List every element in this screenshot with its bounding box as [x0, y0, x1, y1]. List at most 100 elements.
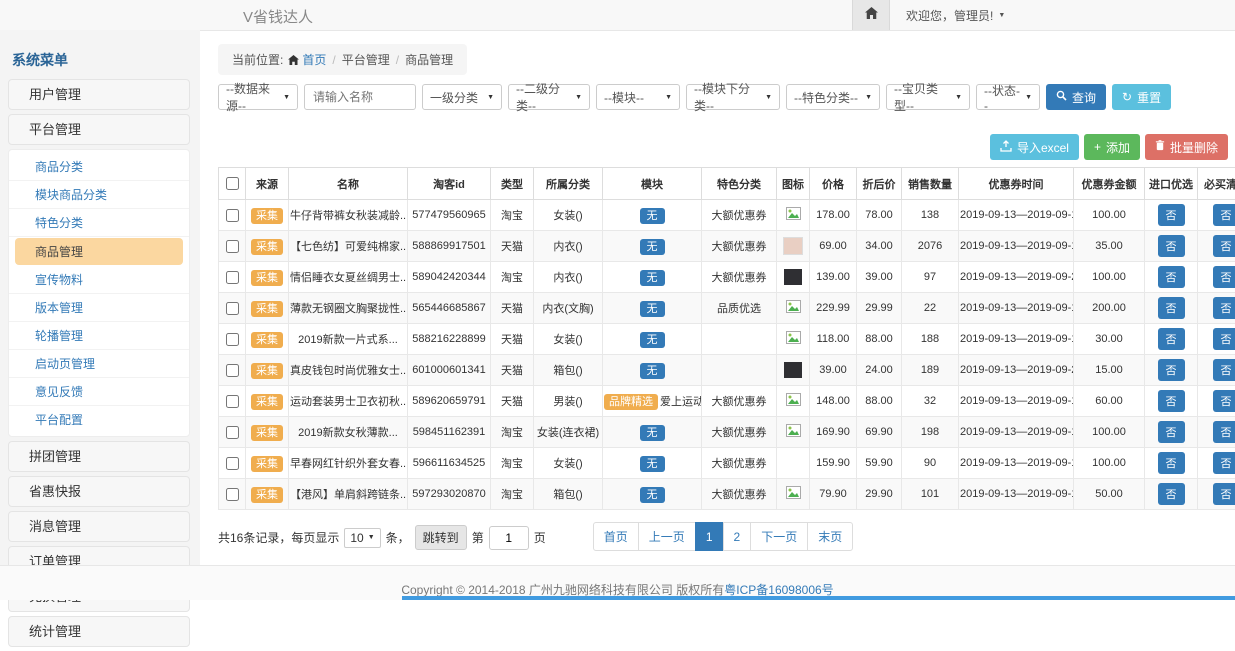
- must-buy-toggle[interactable]: 否: [1213, 297, 1235, 319]
- coupon-time: 2019-09-13—2019-09-17: [959, 448, 1074, 479]
- row-checkbox[interactable]: [226, 302, 239, 315]
- sidebar-group-1[interactable]: 平台管理: [8, 114, 190, 145]
- sidebar-group-3[interactable]: 省惠快报: [8, 476, 190, 507]
- sidebar-group-4[interactable]: 消息管理: [8, 511, 190, 542]
- select-all-checkbox[interactable]: [226, 177, 239, 190]
- import-optional-toggle[interactable]: 否: [1158, 266, 1185, 288]
- product-type: 天猫: [491, 293, 534, 324]
- must-buy-toggle[interactable]: 否: [1213, 328, 1235, 350]
- import-optional-toggle[interactable]: 否: [1158, 328, 1185, 350]
- import-optional-cell: 否: [1145, 386, 1198, 417]
- app-title: V省钱达人: [243, 6, 313, 27]
- module-cell: 无: [603, 355, 702, 386]
- icon-cell: [777, 231, 810, 262]
- import-optional-toggle[interactable]: 否: [1158, 390, 1185, 412]
- row-checkbox[interactable]: [226, 395, 239, 408]
- must-buy-toggle[interactable]: 否: [1213, 359, 1235, 381]
- add-button[interactable]: + 添加: [1084, 134, 1140, 160]
- sidebar-item[interactable]: 商品管理: [15, 238, 183, 265]
- row-checkbox[interactable]: [226, 240, 239, 253]
- import-optional-toggle[interactable]: 否: [1158, 297, 1185, 319]
- filter-feature-category[interactable]: --特色分类--▼: [786, 84, 880, 110]
- first-page-button[interactable]: 首页: [593, 522, 639, 551]
- import-optional-cell: 否: [1145, 293, 1198, 324]
- row-checkbox[interactable]: [226, 364, 239, 377]
- next-page-button[interactable]: 下一页: [750, 522, 808, 551]
- page-button[interactable]: 1: [695, 522, 724, 551]
- sidebar-item[interactable]: 模块商品分类: [9, 181, 189, 209]
- prev-page-button[interactable]: 上一页: [638, 522, 696, 551]
- filter-level1-category[interactable]: 一级分类▼: [422, 84, 502, 110]
- coupon-time: 2019-09-13—2019-09-18: [959, 479, 1074, 510]
- per-page-select[interactable]: 10▼: [344, 528, 380, 548]
- sidebar-item[interactable]: 特色分类: [9, 209, 189, 237]
- table-row: 采集牛仔背带裤女秋装减龄...577479560965淘宝女装()无大额优惠券1…: [219, 200, 1235, 231]
- name-search-input[interactable]: [304, 84, 416, 110]
- sidebar-group-2[interactable]: 拼团管理: [8, 441, 190, 472]
- sidebar-item[interactable]: 版本管理: [9, 294, 189, 322]
- batch-delete-button[interactable]: 批量删除: [1145, 134, 1228, 160]
- reset-button[interactable]: ↻重置: [1112, 84, 1171, 110]
- row-checkbox-cell: [219, 293, 246, 324]
- column-header: 必买清单: [1198, 168, 1235, 200]
- discount-price: 88.00: [857, 386, 902, 417]
- must-buy-toggle[interactable]: 否: [1213, 452, 1235, 474]
- row-checkbox[interactable]: [226, 271, 239, 284]
- sales-count: 97: [902, 262, 959, 293]
- page-button[interactable]: 2: [723, 522, 752, 551]
- breadcrumb-home-link[interactable]: 首页: [302, 53, 326, 67]
- sidebar-item[interactable]: 轮播管理: [9, 322, 189, 350]
- price: 79.90: [810, 479, 857, 510]
- filter-module-subcategory[interactable]: --模块下分类--▼: [686, 84, 780, 110]
- filter-level2-category[interactable]: --二级分类--▼: [508, 84, 590, 110]
- select-value: --特色分类--: [794, 89, 858, 106]
- sidebar-item[interactable]: 宣传物料: [9, 266, 189, 294]
- icp-link[interactable]: 粤ICP备16098006号: [724, 583, 833, 597]
- last-page-button[interactable]: 末页: [807, 522, 853, 551]
- price: 169.90: [810, 417, 857, 448]
- filter-data-source[interactable]: --数据来源--▼: [218, 84, 298, 110]
- taoke-id: 577479560965: [408, 200, 491, 231]
- import-excel-button[interactable]: 导入excel: [990, 134, 1079, 160]
- jump-button[interactable]: 跳转到: [415, 525, 467, 550]
- sidebar-item[interactable]: 平台配置: [9, 406, 189, 433]
- toolbar: 导入excel + 添加 批量删除: [218, 134, 1228, 160]
- row-checkbox[interactable]: [226, 333, 239, 346]
- coupon-time: 2019-09-13—2019-09-20: [959, 262, 1074, 293]
- row-checkbox[interactable]: [226, 209, 239, 222]
- product-name: 情侣睡衣女夏丝绸男士...: [289, 262, 408, 293]
- must-buy-toggle[interactable]: 否: [1213, 421, 1235, 443]
- page-number-input[interactable]: [489, 526, 529, 550]
- price: 178.00: [810, 200, 857, 231]
- table-row: 采集情侣睡衣女夏丝绸男士...589042420344淘宝内衣()无大额优惠券1…: [219, 262, 1235, 293]
- import-optional-toggle[interactable]: 否: [1158, 483, 1185, 505]
- import-optional-toggle[interactable]: 否: [1158, 359, 1185, 381]
- import-optional-toggle[interactable]: 否: [1158, 452, 1185, 474]
- module-cell: 无: [603, 200, 702, 231]
- must-buy-toggle[interactable]: 否: [1213, 204, 1235, 226]
- filter-module[interactable]: --模块--▼: [596, 84, 680, 110]
- query-button[interactable]: 查询: [1046, 84, 1106, 110]
- must-buy-toggle[interactable]: 否: [1213, 266, 1235, 288]
- filter-item-type[interactable]: --宝贝类型--▼: [886, 84, 970, 110]
- import-optional-toggle[interactable]: 否: [1158, 421, 1185, 443]
- sidebar-item[interactable]: 意见反馈: [9, 378, 189, 406]
- import-excel-label: 导入excel: [1017, 139, 1069, 156]
- must-buy-toggle[interactable]: 否: [1213, 483, 1235, 505]
- must-buy-toggle[interactable]: 否: [1213, 235, 1235, 257]
- sidebar-item[interactable]: 商品分类: [9, 153, 189, 181]
- sidebar-group-7[interactable]: 统计管理: [8, 616, 190, 647]
- source-cell: 采集: [246, 324, 289, 355]
- home-button[interactable]: [852, 0, 890, 30]
- search-icon: [1056, 90, 1067, 104]
- import-optional-toggle[interactable]: 否: [1158, 204, 1185, 226]
- import-optional-toggle[interactable]: 否: [1158, 235, 1185, 257]
- row-checkbox[interactable]: [226, 457, 239, 470]
- row-checkbox[interactable]: [226, 488, 239, 501]
- sidebar-item[interactable]: 启动页管理: [9, 350, 189, 378]
- filter-status[interactable]: --状态--▼: [976, 84, 1040, 110]
- must-buy-toggle[interactable]: 否: [1213, 390, 1235, 412]
- user-menu[interactable]: 欢迎您，管理员! ▼: [906, 7, 1005, 24]
- sidebar-group-0[interactable]: 用户管理: [8, 79, 190, 110]
- row-checkbox[interactable]: [226, 426, 239, 439]
